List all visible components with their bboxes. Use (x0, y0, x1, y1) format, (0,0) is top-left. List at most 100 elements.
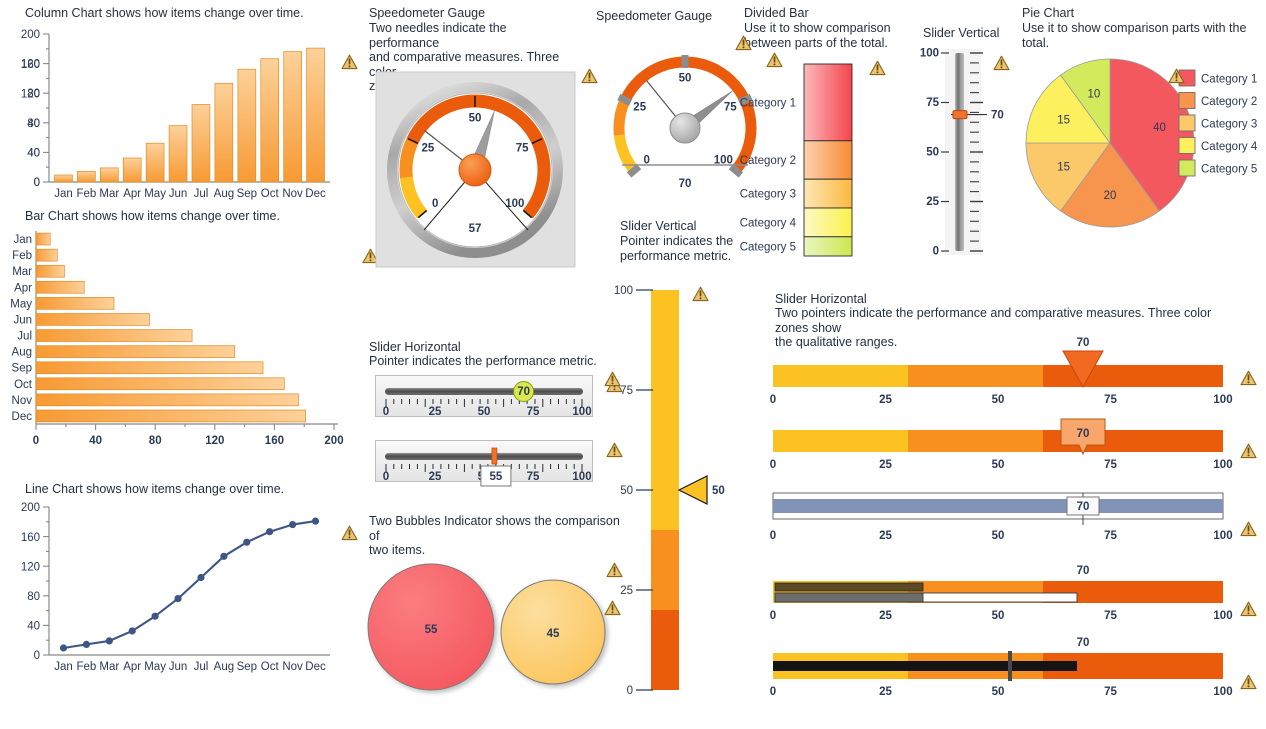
slider-tick-label: 50 (620, 485, 633, 497)
column-bar (145, 142, 165, 183)
warning-icon (993, 55, 1010, 71)
slider-horizontal-small-title: Slider Horizontal (369, 340, 461, 354)
gauge-tick-label: 25 (633, 101, 646, 113)
slider-axis-label: 100 (1213, 459, 1232, 471)
warning-icon (1240, 443, 1257, 459)
bar-row (35, 264, 65, 278)
slider-axis-label: 0 (770, 610, 776, 622)
speedometer1-title: Speedometer Gauge (369, 6, 486, 20)
speedometer2-title: Speedometer Gauge (596, 9, 713, 23)
line-category-label: Nov (282, 661, 303, 673)
column-category-label: Mar (99, 188, 119, 200)
divided-bar-segment[interactable] (803, 63, 853, 142)
slider-big-3-value: 70 (1077, 501, 1090, 513)
bar-category-label: Oct (14, 379, 33, 391)
column-bar (306, 47, 325, 183)
divided-bar-segment[interactable] (803, 207, 853, 238)
slider-axis-label: 25 (879, 530, 892, 542)
bar-row (35, 280, 85, 294)
bar-row (35, 361, 264, 375)
column-bar (54, 174, 73, 183)
svg-text:160: 160 (21, 532, 40, 544)
pie-slice-value: 15 (1057, 114, 1070, 126)
bar-row (35, 248, 58, 262)
bar-row (35, 377, 285, 391)
pie-slice-value: 20 (1104, 190, 1117, 202)
slider-horizontal-big-title: Slider Horizontal (775, 292, 867, 306)
svg-text:120: 120 (205, 435, 224, 447)
line-category-label: Feb (76, 661, 96, 673)
divided-bar-segment[interactable] (803, 140, 853, 180)
svg-text:80: 80 (149, 435, 162, 447)
legend-label: Category 4 (1201, 141, 1258, 153)
gauge-tick-label: 0 (432, 198, 438, 210)
slider-tick-label: 0 (383, 406, 389, 418)
gauge-zone (613, 97, 631, 136)
divided-bar-segment[interactable] (803, 178, 853, 209)
line-point (220, 552, 228, 560)
slider-vertical-big[interactable]: 100 75 50 25 0 50 (612, 280, 725, 715)
divided-bar-desc: Use it to show comparison between parts … (744, 21, 891, 50)
slider-horizontal-b[interactable]: 0255075100 55 (375, 440, 593, 490)
slider-horizontal-a-value: 70 (517, 386, 530, 398)
gauge-tick-label: 25 (422, 143, 435, 155)
slider-tick-label: 25 (429, 471, 442, 483)
bar-category-label: Jun (13, 315, 32, 327)
gauge-tick-label: 75 (724, 101, 737, 113)
line-point (311, 517, 320, 525)
line-category-label: May (144, 661, 166, 673)
bar-category-label: Aug (12, 347, 32, 359)
line-point (197, 573, 205, 582)
speedometer-gauge-1[interactable]: 0 25 50 75 100 57 (375, 71, 576, 268)
gauge-tick-label: 50 (469, 113, 482, 125)
slider-tick-label: 0 (627, 685, 633, 697)
warning-icon (735, 35, 752, 51)
pie-chart-title: Pie Chart (1022, 6, 1075, 20)
slider-tick-label: 100 (920, 48, 939, 60)
bar-category-label: May (10, 298, 32, 310)
line-category-label: Dec (305, 661, 326, 673)
pie-slice-value: 15 (1057, 162, 1070, 174)
slider-tick-label: 75 (926, 97, 939, 109)
column-bar (122, 157, 142, 183)
svg-text:120: 120 (21, 88, 40, 100)
svg-text:0: 0 (33, 435, 39, 447)
slider-axis-label: 50 (992, 610, 1005, 622)
slider-axis-label: 25 (879, 686, 892, 698)
svg-text:160: 160 (21, 59, 40, 71)
divided-bar-label: Category 3 (740, 189, 796, 201)
divided-bar[interactable]: Category 1 Category 2 Category 3 Category 4… (740, 58, 874, 258)
slider-axis-label: 0 (770, 459, 776, 471)
slider-horizontal-b-value: 55 (490, 471, 503, 483)
slider-axis-label: 50 (992, 530, 1005, 542)
svg-text:120: 120 (21, 561, 40, 573)
column-category-label: May (144, 188, 166, 200)
line-category-label: Sep (237, 661, 257, 673)
divided-bar-segment[interactable] (803, 236, 853, 257)
divided-bar-label: Category 1 (740, 97, 796, 109)
slider-axis-label: 75 (1104, 459, 1117, 471)
slider-axis-label: 25 (879, 459, 892, 471)
bubble-b-value: 45 (547, 628, 560, 640)
column-category-label: Feb (76, 188, 96, 200)
slider-horizontal-a[interactable]: 0 25 50 75 100 70 (375, 375, 593, 418)
slider-axis-label: 0 (770, 686, 776, 698)
slider-axis-label: 25 (879, 394, 892, 406)
line-category-label: Apr (123, 661, 141, 673)
bar-row (35, 393, 299, 407)
bar-category-label: Feb (12, 250, 32, 262)
slider-axis-label: 0 (770, 394, 776, 406)
slider-vertical-scale[interactable]: 0 25 50 75 100 70 (915, 45, 1005, 260)
gauge-tick (617, 93, 633, 106)
bar-row (35, 329, 193, 342)
slider-axis-label: 0 (770, 530, 776, 542)
line-category-label: Jul (194, 661, 209, 673)
slider-axis-label: 100 (1213, 686, 1232, 698)
bar-category-label: Apr (14, 282, 32, 294)
slider-big-group[interactable]: 70 0 25 50 75 100 70 0 25 50 75 100 70 0 25 50 75 10… (765, 335, 1260, 720)
column-bar (260, 58, 280, 183)
column-category-label: Jun (169, 188, 188, 200)
column-category-label: Sep (237, 188, 257, 200)
warning-icon (1168, 68, 1185, 84)
column-category-label: Nov (282, 188, 303, 200)
